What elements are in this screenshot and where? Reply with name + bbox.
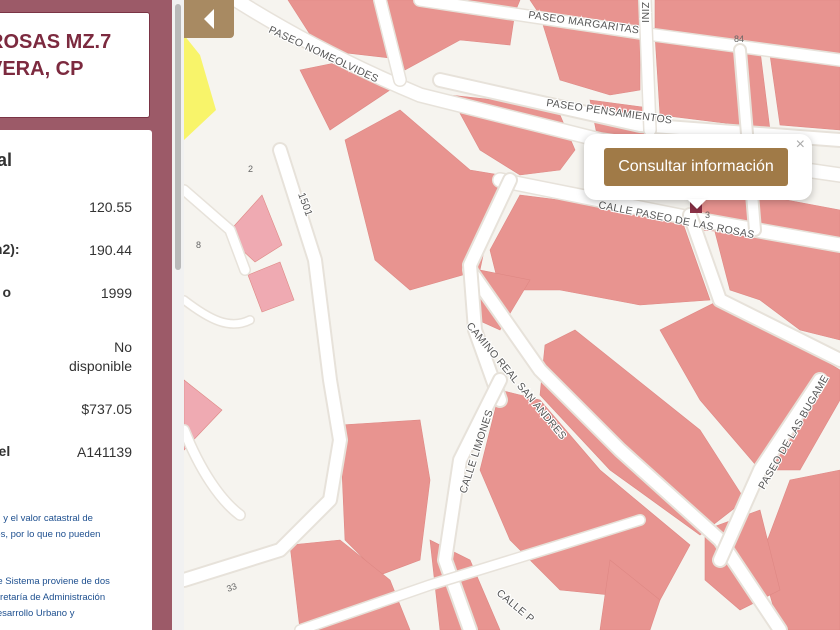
- property-sidebar: ROSAS MZ.7 VERA, CP ral 120.55 m2): 190.…: [0, 0, 184, 630]
- row-value: A141139: [76, 444, 132, 460]
- address-line-1: ROSAS MZ.7: [0, 31, 112, 53]
- source-note: Desarrollo Urbano y: [0, 608, 75, 619]
- row-value: No disponible: [68, 339, 132, 374]
- row-value: $737.05: [81, 401, 132, 417]
- address-line-2: VERA, CP: [0, 58, 84, 80]
- close-icon[interactable]: ×: [796, 136, 805, 154]
- lot-number: 2: [248, 164, 253, 174]
- row-value: 190.44: [89, 242, 132, 258]
- popup-pointer: [687, 199, 707, 209]
- street-label-zini: ZINI: [639, 2, 651, 23]
- cadastral-info-card: ral 120.55 m2): 190.44 n o 1999 n No dis…: [0, 130, 152, 630]
- lot-number: 84: [734, 34, 744, 44]
- sidebar-scrollbar-thumb[interactable]: [175, 4, 181, 270]
- source-note: ste Sistema proviene de dos: [0, 576, 110, 587]
- disclaimer-note: ral y el valor catastral de: [0, 513, 93, 524]
- address-card: ROSAS MZ.7 VERA, CP: [0, 12, 150, 118]
- row-label: m2):: [0, 241, 20, 257]
- row-value: 1999: [100, 285, 132, 301]
- source-note: ecretaría de Administración: [0, 592, 106, 603]
- lot-number: 3: [705, 210, 710, 220]
- info-title: ral: [0, 150, 13, 170]
- lot-number: 8: [196, 240, 201, 250]
- collapse-sidebar-button[interactable]: [184, 0, 234, 38]
- row-label: n o: [0, 284, 11, 300]
- row-label: del: [0, 443, 11, 459]
- sidebar-panel: ROSAS MZ.7 VERA, CP ral 120.55 m2): 190.…: [0, 0, 172, 630]
- lot-popup: × Consultar información: [584, 134, 812, 200]
- consultar-informacion-button[interactable]: Consultar información: [604, 148, 788, 186]
- disclaimer-note: dos, por lo que no pueden: [0, 529, 101, 540]
- chevron-left-icon: [204, 9, 214, 29]
- row-value: 120.55: [89, 199, 132, 215]
